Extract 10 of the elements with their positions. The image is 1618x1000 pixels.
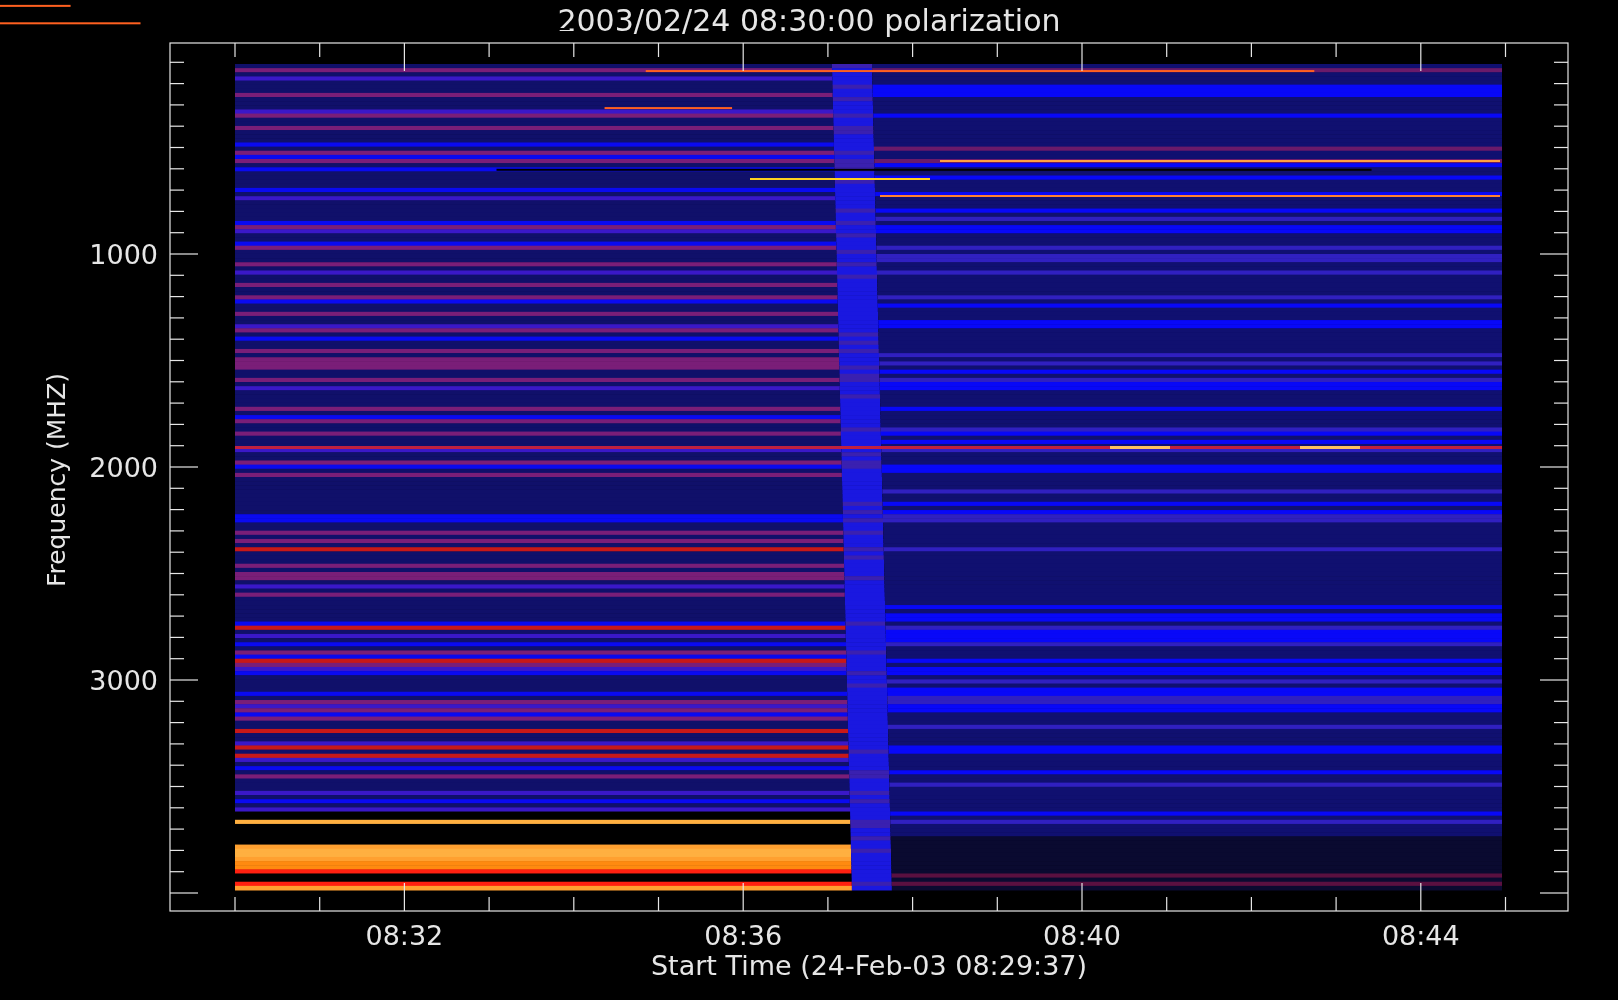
- x-tick-label: 08:40: [1043, 920, 1121, 951]
- y-tick-label: 2000: [89, 452, 158, 483]
- x-tick-label: 08:44: [1381, 920, 1460, 951]
- x-axis-label: Start Time (24-Feb-03 08:29:37): [650, 950, 1088, 981]
- x-tick-label: 08:32: [365, 920, 444, 951]
- y-tick-label: 3000: [89, 665, 158, 696]
- chart-title: 2003/02/24 08:30:00 polarization: [557, 3, 1061, 38]
- y-tick-label: 1000: [89, 239, 158, 270]
- y-axis-label: Frequency (MHZ): [42, 372, 71, 588]
- x-tick-label: 08:36: [704, 920, 783, 951]
